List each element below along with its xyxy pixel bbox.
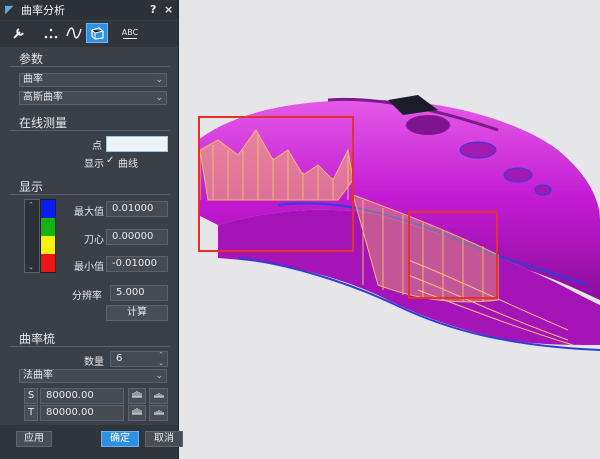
surface-pocket: [406, 115, 450, 135]
divider: [10, 346, 170, 347]
cancel-button[interactable]: 取消: [145, 431, 183, 447]
measure-section-title: 在线测量: [19, 116, 68, 130]
s-button[interactable]: S: [24, 388, 38, 404]
min-value-field[interactable]: -0.01000: [106, 256, 168, 272]
window-title: 曲率分析: [21, 4, 65, 17]
comb-section-title: 曲率梳: [19, 332, 56, 346]
legend-swatch: [41, 254, 55, 272]
legend-swatch: [41, 218, 55, 236]
close-button[interactable]: ×: [164, 3, 173, 16]
panel-toolbar: ABC: [0, 21, 178, 47]
scroll-down-icon[interactable]: ⌄: [28, 263, 34, 271]
text-tool-label: ABC: [121, 27, 139, 37]
legend-scrollbar[interactable]: ⌃ ⌄: [24, 199, 40, 273]
count-value: 6: [116, 353, 123, 364]
points-icon[interactable]: [40, 23, 62, 43]
curve-icon[interactable]: [63, 23, 85, 43]
curvature-analysis-panel: ◤ 曲率分析 ? × ABC 参数 曲率 ⌄ 高斯曲率 ⌄ 在线测量 点 显示 …: [0, 0, 183, 459]
t-button[interactable]: T: [24, 405, 38, 421]
legend-swatch: [41, 236, 55, 254]
apply-button[interactable]: 应用: [16, 431, 52, 447]
comb-mode-value: 法曲率: [23, 370, 53, 381]
wrench-icon[interactable]: [8, 23, 30, 43]
curvature-mode-value: 高斯曲率: [23, 92, 63, 103]
surface-pocket: [459, 141, 497, 159]
curvature-mode-select[interactable]: 高斯曲率 ⌄: [19, 91, 167, 105]
3d-viewport[interactable]: [178, 0, 600, 459]
app-logo-icon: ◤: [5, 3, 14, 16]
knife-value-field[interactable]: 0.00000: [106, 229, 168, 245]
resolution-label: 分辨率: [72, 291, 102, 302]
chevron-down-icon: ⌄: [155, 75, 163, 85]
stepper-arrows-icon[interactable]: ⌃ ⌄: [158, 351, 164, 367]
resolution-field[interactable]: 5.000: [110, 285, 168, 301]
color-legend: [40, 199, 56, 273]
count-label: 数量: [84, 357, 104, 368]
comb-mode-select[interactable]: 法曲率 ⌄: [19, 369, 167, 383]
t-comb-increase-icon[interactable]: [128, 405, 146, 421]
analysis-type-value: 曲率: [23, 74, 43, 85]
min-label: 最小值: [74, 262, 104, 273]
curve-checkbox[interactable]: ✓: [106, 155, 114, 166]
s-comb-decrease-icon[interactable]: [149, 388, 168, 404]
panel-titlebar: ◤ 曲率分析 ? ×: [0, 0, 178, 20]
divider: [10, 130, 170, 131]
params-section-title: 参数: [19, 52, 44, 66]
s-comb-increase-icon[interactable]: [128, 388, 146, 404]
analysis-type-select[interactable]: 曲率 ⌄: [19, 73, 167, 87]
surface-analysis-icon[interactable]: [86, 23, 108, 43]
divider: [10, 194, 170, 195]
text-tool-icon[interactable]: ABC: [118, 23, 142, 43]
count-stepper[interactable]: 6 ⌃ ⌄: [110, 351, 168, 367]
display-section-title: 显示: [19, 180, 44, 194]
divider: [10, 66, 170, 67]
legend-swatch: [41, 200, 55, 218]
surface-pocket: [534, 184, 552, 196]
point-input[interactable]: [106, 136, 168, 152]
point-label: 点: [92, 141, 102, 152]
chevron-down-icon: ⌄: [155, 371, 163, 381]
ok-button[interactable]: 确定: [101, 431, 139, 447]
surface-pocket: [503, 167, 533, 183]
model-render: [198, 95, 600, 351]
t-value-field[interactable]: 80000.00: [40, 405, 124, 421]
max-label: 最大值: [74, 207, 104, 218]
s-value-field[interactable]: 80000.00: [40, 388, 124, 404]
t-comb-decrease-icon[interactable]: [149, 405, 168, 421]
max-value-field[interactable]: 0.01000: [106, 201, 168, 217]
show-label: 显示: [84, 159, 104, 170]
scroll-up-icon[interactable]: ⌃: [28, 201, 34, 209]
compute-button[interactable]: 计算: [106, 305, 168, 321]
curve-checkbox-label: 曲线: [118, 159, 138, 170]
help-button[interactable]: ?: [150, 3, 156, 16]
chevron-down-icon: ⌄: [155, 93, 163, 103]
knife-label: 刀心: [84, 235, 104, 246]
